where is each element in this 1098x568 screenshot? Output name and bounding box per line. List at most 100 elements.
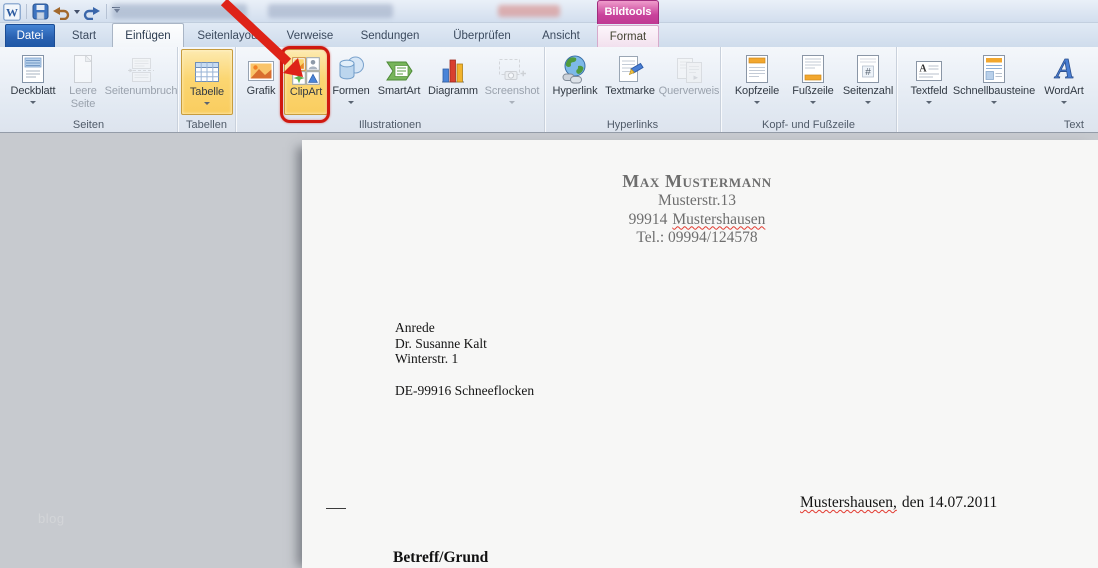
tab-format[interactable]: Format xyxy=(597,25,659,47)
dropdown-arrow-icon xyxy=(926,101,932,107)
dropdown-arrow-icon xyxy=(865,101,871,107)
letterhead-city-line: 99914Mustershausen xyxy=(302,211,1092,230)
spellcheck-underline: Mustershausen, xyxy=(800,494,897,511)
recipient-address: Anrede Dr. Susanne Kalt Winterstr. 1 DE-… xyxy=(395,320,534,398)
clipart-button[interactable]: ClipArt xyxy=(284,49,328,115)
blurred-window-title xyxy=(498,5,560,17)
recipient-salutation: Anrede xyxy=(395,320,534,336)
tab-einfuegen[interactable]: Einfügen xyxy=(112,23,184,47)
letterhead: Max Mustermann Musterstr.13 99914Musters… xyxy=(302,170,1092,248)
leere-seite-button[interactable]: Leere Seite xyxy=(62,49,104,115)
table-icon xyxy=(193,51,221,85)
divider xyxy=(26,4,27,19)
diagramm-button[interactable]: Diagramm xyxy=(426,49,480,115)
date-line: Mustershausen,den 14.07.2011 xyxy=(800,494,997,512)
svg-text:#: # xyxy=(865,67,871,78)
page-number-icon: # xyxy=(855,50,881,84)
tab-ueberpruefen[interactable]: Überprüfen xyxy=(440,25,524,47)
seitenzahl-button[interactable]: # Seitenzahl xyxy=(841,49,895,115)
ribbon-group-kopf-fusszeile: Kopfzeile Fußzeile # Seitenzahl Kopf- un… xyxy=(721,47,897,132)
dropdown-arrow-icon xyxy=(509,101,515,107)
group-label-hyperlinks: Hyperlinks xyxy=(545,119,720,131)
blurred-window-title xyxy=(112,4,247,19)
screenshot-icon xyxy=(497,50,527,84)
kopfzeile-button[interactable]: Kopfzeile xyxy=(729,49,785,115)
footer-icon xyxy=(800,50,826,84)
svg-text:A: A xyxy=(1054,54,1075,84)
screenshot-button[interactable]: Screenshot xyxy=(482,49,542,115)
group-label-seiten: Seiten xyxy=(0,119,177,131)
fold-mark xyxy=(326,508,346,509)
dropdown-arrow-icon xyxy=(754,101,760,107)
hyperlink-button[interactable]: Hyperlink xyxy=(549,49,601,115)
tab-verweise[interactable]: Verweise xyxy=(274,25,346,47)
dropdown-arrow-icon xyxy=(1061,101,1067,107)
chart-icon xyxy=(439,50,467,84)
deckblatt-button[interactable]: Deckblatt xyxy=(6,49,60,115)
quick-access-toolbar: W xyxy=(3,1,120,22)
globe-link-icon xyxy=(560,50,590,84)
recipient-name: Dr. Susanne Kalt xyxy=(395,336,534,352)
initiale-button-partial[interactable]: A Initiale xyxy=(1092,49,1098,115)
cross-reference-icon xyxy=(674,50,704,84)
document-canvas: blog Max Mustermann Musterstr.13 99914Mu… xyxy=(0,133,1098,568)
smartart-button[interactable]: SmartArt xyxy=(374,49,424,115)
redo-icon[interactable] xyxy=(83,2,101,22)
undo-dropdown-icon[interactable] xyxy=(74,10,80,17)
document-page[interactable]: Max Mustermann Musterstr.13 99914Musters… xyxy=(302,140,1098,568)
recipient-city: DE-99916 Schneeflocken xyxy=(395,383,534,399)
dropdown-arrow-icon xyxy=(810,101,816,107)
dropdown-arrow-icon xyxy=(991,101,997,107)
title-bar: W xyxy=(0,0,1098,23)
letterhead-phone: Tel.: 09994/124578 xyxy=(302,229,1092,248)
group-label-illustrationen: Illustrationen xyxy=(236,119,544,131)
tab-datei[interactable]: Datei xyxy=(5,24,55,47)
ribbon-group-text: A Textfeld Schnellbausteine A WordArt A … xyxy=(897,47,1098,132)
blank-page-icon xyxy=(71,50,95,84)
schnellbausteine-button[interactable]: Schnellbausteine xyxy=(948,49,1040,115)
dropdown-arrow-icon xyxy=(348,101,354,107)
tab-ansicht[interactable]: Ansicht xyxy=(530,25,592,47)
group-label-tabellen: Tabellen xyxy=(178,119,235,131)
wordart-icon: A xyxy=(1049,50,1079,84)
page-break-icon xyxy=(126,50,156,84)
header-icon xyxy=(744,50,770,84)
querverweis-button[interactable]: Querverweis xyxy=(659,49,719,115)
dropdown-arrow-icon xyxy=(204,102,210,108)
undo-icon[interactable] xyxy=(52,2,70,22)
ribbon: Deckblatt Leere Seite Seitenumbruch Seit… xyxy=(0,47,1098,133)
fusszeile-button[interactable]: Fußzeile xyxy=(787,49,839,115)
blurred-window-title xyxy=(268,4,393,18)
ribbon-group-illustrationen: Grafik ClipArt xyxy=(236,47,545,132)
picture-icon xyxy=(246,50,276,84)
save-icon[interactable] xyxy=(32,2,49,22)
svg-text:A: A xyxy=(919,64,927,75)
tabelle-button[interactable]: Tabelle xyxy=(181,49,233,115)
tab-start[interactable]: Start xyxy=(58,25,110,47)
letterhead-street: Musterstr.13 xyxy=(302,192,1092,211)
grafik-button[interactable]: Grafik xyxy=(240,49,282,115)
dropdown-arrow-icon xyxy=(30,101,36,107)
tab-sendungen[interactable]: Sendungen xyxy=(348,25,432,47)
group-label-text: Text xyxy=(897,119,1098,131)
tab-seitenlayout[interactable]: Seitenlayout xyxy=(186,25,272,47)
ribbon-tab-row: Datei Start Einfügen Seitenlayout Verwei… xyxy=(0,23,1098,47)
ribbon-group-seiten: Deckblatt Leere Seite Seitenumbruch Seit… xyxy=(0,47,178,132)
smartart-icon xyxy=(384,50,414,84)
quick-parts-icon xyxy=(981,50,1007,84)
ribbon-group-hyperlinks: Hyperlink Textmarke Querverweis Hyperlin… xyxy=(545,47,721,132)
letterhead-name: Max Mustermann xyxy=(302,170,1092,192)
spellcheck-underline: Mustershausen xyxy=(672,211,765,228)
word-logo-icon[interactable]: W xyxy=(3,2,21,22)
svg-text:W: W xyxy=(6,5,18,19)
cover-page-icon xyxy=(20,50,46,84)
textmarke-button[interactable]: Textmarke xyxy=(602,49,658,115)
group-label-kopf-fusszeile: Kopf- und Fußzeile xyxy=(721,119,896,131)
text-box-icon: A xyxy=(914,50,944,84)
seitenumbruch-button[interactable]: Seitenumbruch xyxy=(104,49,178,115)
clipart-icon xyxy=(292,51,320,85)
wordart-button[interactable]: A WordArt xyxy=(1038,49,1090,115)
shapes-icon xyxy=(336,50,366,84)
formen-button[interactable]: Formen xyxy=(328,49,374,115)
recipient-street: Winterstr. 1 xyxy=(395,351,534,367)
